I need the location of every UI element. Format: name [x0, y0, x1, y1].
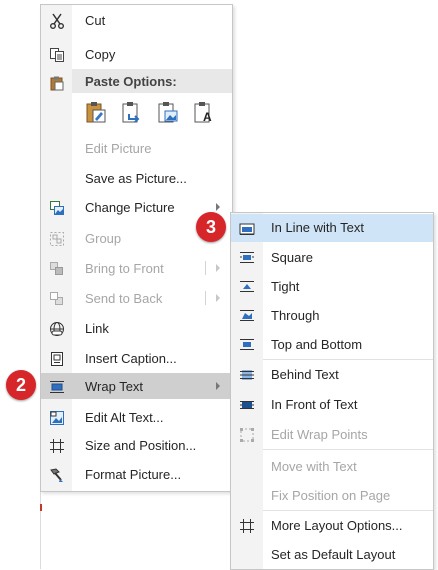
svg-text:A: A [203, 110, 212, 124]
menu-item-send-to-back[interactable]: Send to Back [41, 285, 232, 311]
menu-item-size-and-position[interactable]: Size and Position... [41, 432, 232, 458]
step-3-badge: 3 [196, 212, 226, 242]
submenu-arrow-icon [216, 264, 220, 272]
menu-item-label: Edit Wrap Points [271, 427, 368, 442]
menu-separator [263, 510, 433, 511]
insert-caption-icon [48, 350, 65, 367]
menu-item-label: Fix Position on Page [271, 488, 391, 503]
bring-to-front-icon [48, 260, 65, 277]
link-icon [48, 320, 65, 337]
menu-item-more-layout-options[interactable]: More Layout Options... [231, 512, 433, 538]
menu-item-edit-picture[interactable]: Edit Picture [41, 135, 232, 161]
menu-item-label: Behind Text [271, 367, 339, 382]
group-icon [48, 230, 65, 247]
paste-icon [48, 74, 65, 91]
menu-item-in-front-of-text[interactable]: In Front of Text [231, 391, 433, 417]
menu-item-edit-wrap-points[interactable]: Edit Wrap Points [231, 421, 433, 447]
menu-item-label: Through [271, 308, 320, 323]
menu-item-edit-alt-text[interactable]: Edit Alt Text... [41, 404, 232, 430]
keep-text-only-icon[interactable]: A [192, 100, 216, 124]
menu-item-label: Top and Bottom [271, 337, 363, 352]
paste-buttons-row: A [72, 95, 232, 131]
scissors-icon [48, 12, 65, 29]
menu-item-label: Format Picture... [85, 467, 182, 482]
menu-item-save-as-picture[interactable]: Save as Picture... [41, 165, 232, 191]
menu-item-through[interactable]: Through [231, 302, 433, 328]
change-picture-icon [48, 199, 65, 216]
menu-item-label: Tight [271, 279, 300, 294]
layout-options-icon [238, 517, 255, 534]
menu-item-label: Edit Alt Text... [85, 410, 164, 425]
menu-item-label: Link [85, 321, 109, 336]
menu-item-label: In Line with Text [271, 220, 364, 235]
paste-options-header: Paste Options: [72, 69, 232, 93]
context-menu: Cut Copy Paste Options: A Edit Picture S… [40, 4, 233, 492]
menu-item-label: Change Picture [85, 200, 175, 215]
document-mark [40, 504, 42, 511]
through-wrap-icon [238, 307, 255, 324]
menu-item-wrap-text[interactable]: Wrap Text [41, 373, 232, 399]
step-2-badge: 2 [6, 370, 36, 400]
keep-source-formatting-icon[interactable] [84, 100, 108, 124]
alt-text-icon [48, 409, 65, 426]
edit-wrap-points-icon [238, 426, 255, 443]
in-front-of-text-icon [238, 396, 255, 413]
menu-item-set-as-default-layout[interactable]: Set as Default Layout [231, 541, 433, 567]
menu-item-label: Cut [85, 13, 106, 28]
menu-item-in-line-with-text[interactable]: In Line with Text [231, 214, 433, 242]
copy-icon [48, 46, 65, 63]
send-to-back-icon [48, 290, 65, 307]
menu-item-label: Send to Back [85, 291, 163, 306]
menu-item-behind-text[interactable]: Behind Text [231, 361, 433, 387]
menu-item-tight[interactable]: Tight [231, 273, 433, 299]
menu-item-label: Wrap Text [85, 379, 144, 394]
menu-item-label: Copy [85, 47, 116, 62]
split-divider [205, 291, 206, 305]
menu-item-link[interactable]: Link [41, 315, 232, 341]
menu-separator [263, 449, 433, 450]
menu-item-label: Set as Default Layout [271, 547, 396, 562]
format-picture-icon [48, 466, 65, 483]
menu-item-label: Group [85, 231, 122, 246]
menu-item-move-with-text[interactable]: Move with Text [231, 453, 433, 479]
menu-item-label: Bring to Front [85, 261, 164, 276]
menu-item-format-picture[interactable]: Format Picture... [41, 461, 232, 487]
menu-item-top-and-bottom[interactable]: Top and Bottom [231, 331, 433, 357]
menu-item-copy[interactable]: Copy [41, 41, 232, 67]
menu-item-label: Move with Text [271, 459, 357, 474]
submenu-arrow-icon [216, 382, 220, 390]
menu-item-label: Edit Picture [85, 141, 152, 156]
menu-item-bring-to-front[interactable]: Bring to Front [41, 255, 232, 281]
use-destination-theme-icon[interactable] [120, 100, 144, 124]
menu-item-insert-caption[interactable]: Insert Caption... [41, 345, 232, 371]
wrap-text-submenu: In Line with Text Square Tight Through T… [230, 212, 434, 570]
menu-item-label: Insert Caption... [85, 351, 177, 366]
submenu-arrow-icon [216, 203, 220, 211]
menu-separator [263, 359, 433, 360]
document-edge [40, 490, 41, 569]
size-position-icon [48, 437, 65, 454]
paste-options-label: Paste Options: [85, 74, 177, 89]
menu-item-fix-position-on-page[interactable]: Fix Position on Page [231, 482, 433, 508]
tight-wrap-icon [238, 278, 255, 295]
menu-item-label: Square [271, 250, 313, 265]
menu-item-label: Size and Position... [85, 438, 197, 453]
split-divider [205, 261, 206, 275]
picture-icon[interactable] [156, 100, 180, 124]
menu-item-square[interactable]: Square [231, 244, 433, 270]
square-wrap-icon [238, 249, 255, 266]
menu-item-label: More Layout Options... [271, 518, 403, 533]
menu-item-label: Save as Picture... [85, 171, 187, 186]
menu-item-label: In Front of Text [271, 397, 358, 412]
wrap-text-icon [48, 378, 65, 395]
in-line-with-text-icon [238, 220, 255, 237]
top-bottom-wrap-icon [238, 336, 255, 353]
behind-text-icon [238, 366, 255, 383]
menu-item-cut[interactable]: Cut [41, 7, 232, 33]
submenu-arrow-icon [216, 294, 220, 302]
